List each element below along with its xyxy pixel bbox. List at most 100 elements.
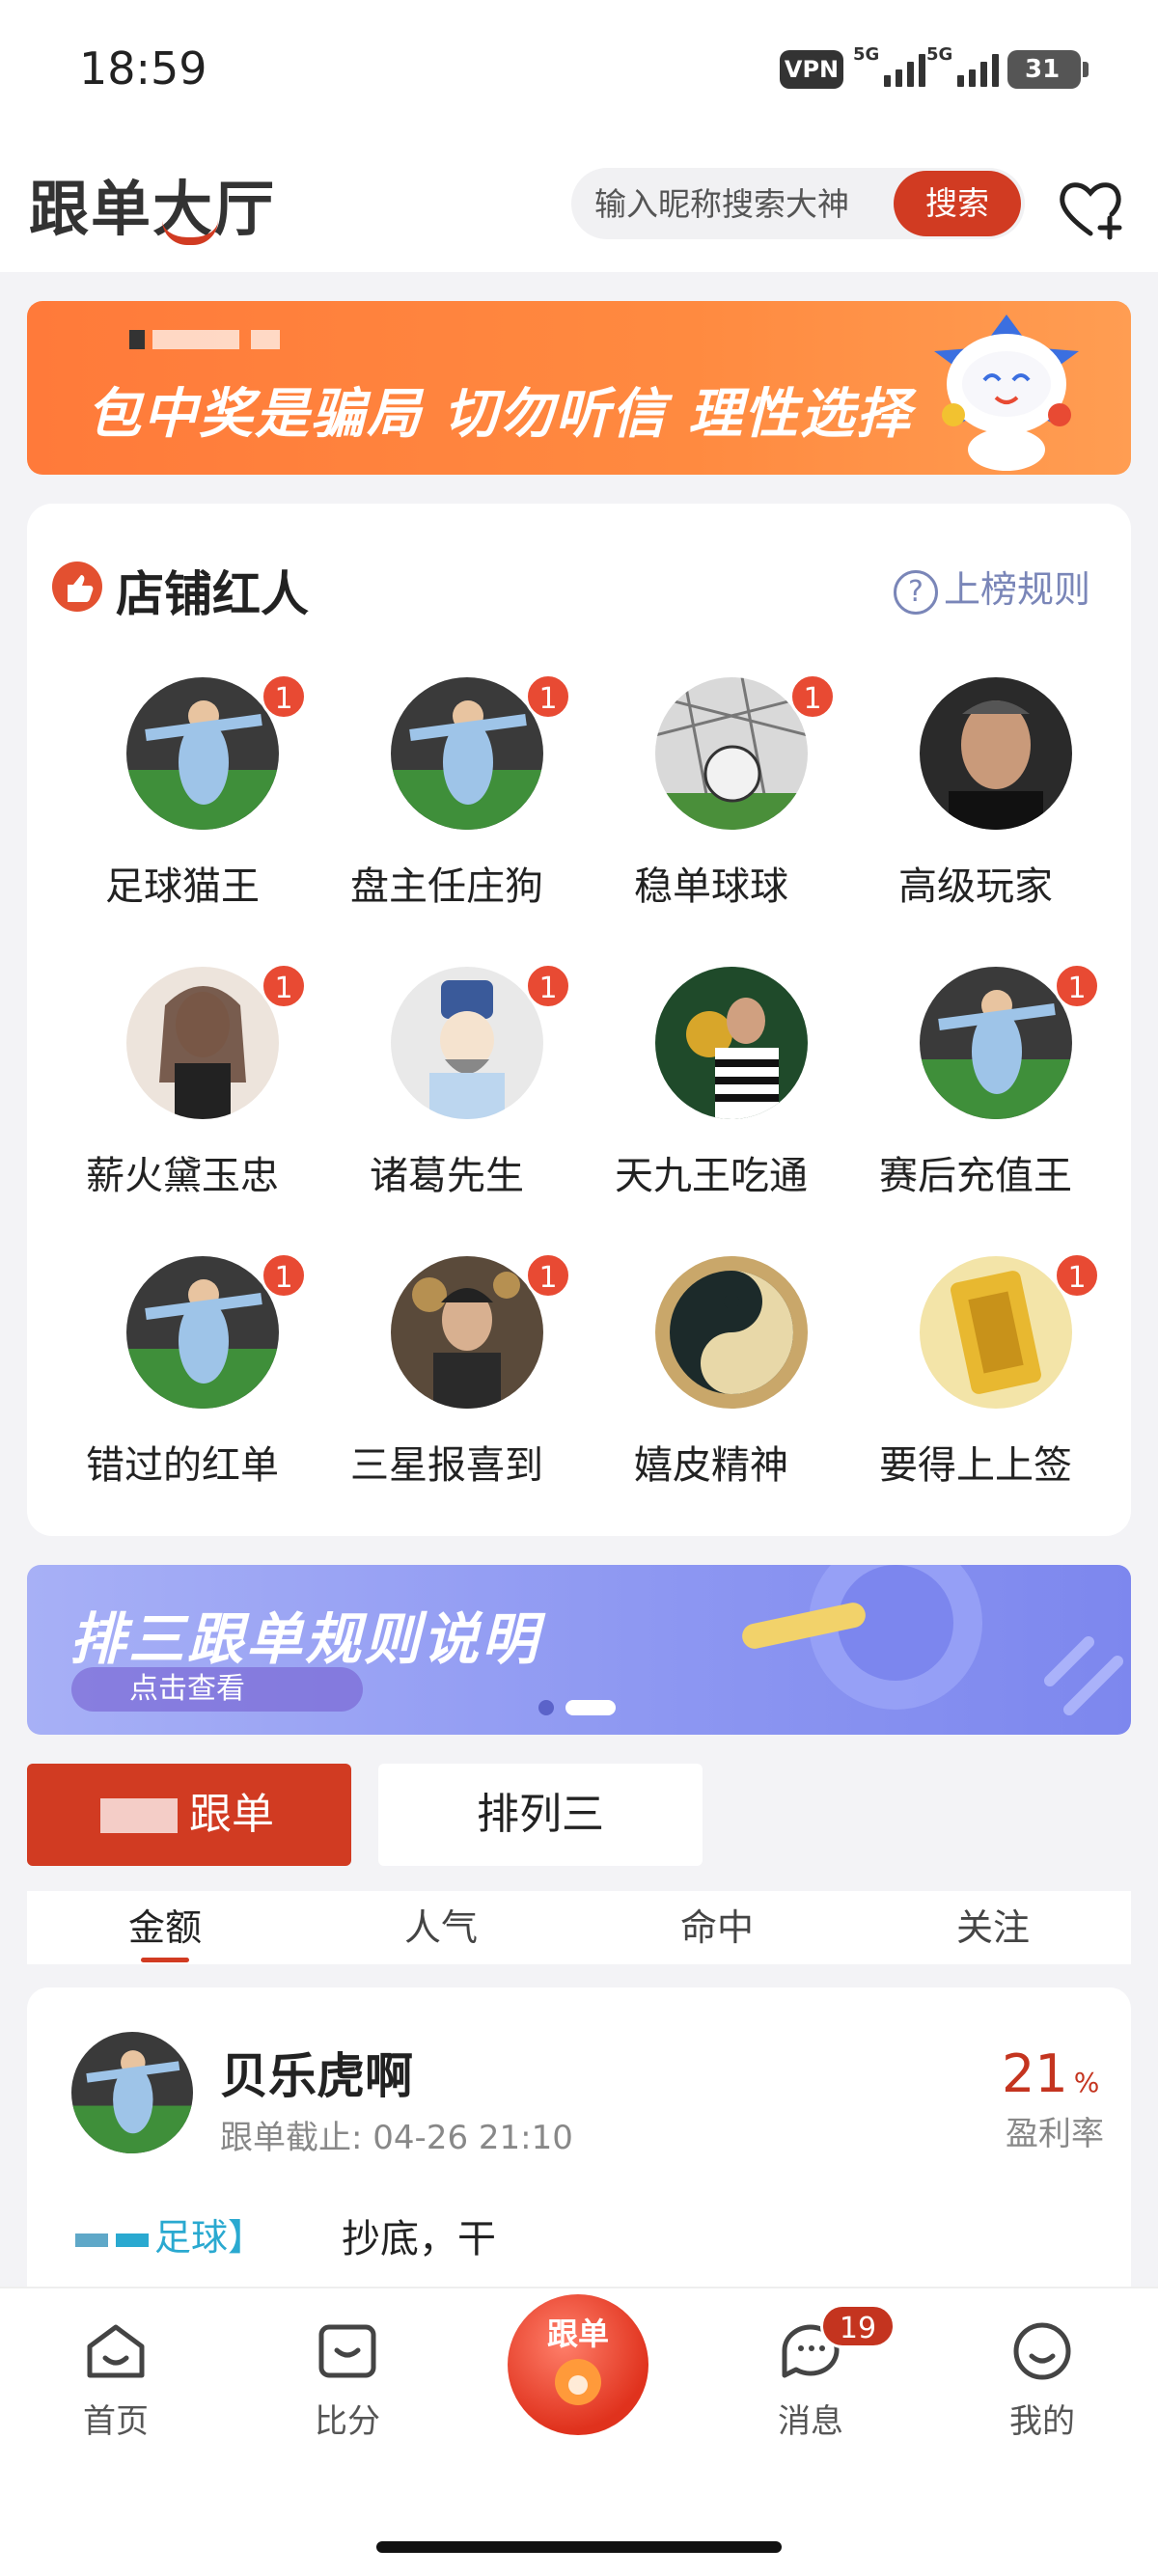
- influencer-item[interactable]: 1 薪火黛玉忠: [50, 963, 315, 1247]
- tab-follow-orders[interactable]: 跟单: [27, 1764, 351, 1866]
- avatar: [655, 967, 808, 1119]
- notification-badge: 1: [261, 1252, 307, 1299]
- page-logo: 跟单大厅: [29, 174, 277, 244]
- sort-tabs: 金额 人气 命中 关注: [27, 1891, 1131, 1964]
- favorite-add-icon[interactable]: [1052, 170, 1129, 247]
- influencer-item[interactable]: 天九王吃通: [579, 967, 843, 1247]
- banner-blurred-text: [95, 326, 307, 353]
- signal-5g-icon: 5G: [926, 44, 1006, 91]
- notification-badge: 1: [261, 963, 307, 1009]
- rules-banner[interactable]: 排三跟单规则说明 点击查看: [27, 1565, 1131, 1735]
- tab-label: 跟单: [189, 1790, 274, 1839]
- thumbs-up-icon: [52, 562, 102, 612]
- nav-messages[interactable]: 19 消息: [733, 2304, 896, 2442]
- mascot-face-icon: [555, 2359, 601, 2405]
- sort-tab-following[interactable]: 关注: [855, 1891, 1131, 1964]
- sort-tab-popularity[interactable]: 人气: [303, 1891, 579, 1964]
- tab-pailie3[interactable]: 排列三: [378, 1764, 703, 1866]
- influencer-item[interactable]: 1 稳单球球: [579, 673, 843, 957]
- nav-follow-orders[interactable]: 跟单: [508, 2294, 648, 2435]
- question-icon: ?: [894, 569, 938, 615]
- view-details-button[interactable]: 点击查看: [71, 1667, 363, 1712]
- avatar: [126, 967, 279, 1119]
- tab-blurred-text: [100, 1798, 178, 1833]
- mascot-icon: [896, 309, 1117, 473]
- influencer-name: 赛后充值王: [879, 1154, 1072, 1198]
- influencer-name: 天九王吃通: [615, 1154, 808, 1198]
- status-bar: 18:59 VPN 5G 5G 31: [0, 0, 1158, 135]
- nav-scores[interactable]: 比分: [270, 2317, 425, 2442]
- battery-icon: 31: [1007, 50, 1089, 89]
- section-title: 店铺红人: [116, 566, 309, 622]
- avatar: [920, 967, 1072, 1119]
- notification-badge: 1: [1054, 963, 1100, 1009]
- search-bar: 搜索: [571, 168, 1025, 239]
- influencer-name: 要得上上签: [879, 1443, 1072, 1488]
- notification-badge: 1: [525, 1252, 571, 1299]
- avatar: [920, 677, 1072, 830]
- influencer-item[interactable]: 1 足球猫王: [50, 673, 315, 957]
- bottom-nav: 首页 比分 跟单 19 消息 我的: [0, 2287, 1158, 2576]
- influencer-name: 错过的红单: [86, 1443, 279, 1488]
- vpn-badge: VPN: [780, 50, 843, 89]
- warning-banner[interactable]: 包中奖是骗局 切勿听信 理性选择: [27, 301, 1131, 475]
- influencer-name: 薪火黛玉忠: [86, 1154, 279, 1198]
- avatar: [655, 677, 808, 830]
- notification-badge: 1: [789, 673, 836, 720]
- scores-icon: [318, 2324, 376, 2378]
- avatar: [655, 1256, 808, 1409]
- avatar: [391, 1256, 543, 1409]
- carousel-dot[interactable]: [538, 1700, 554, 1715]
- notification-badge: 1: [1054, 1252, 1100, 1299]
- influencer-item[interactable]: 1 三星报喜到: [315, 1252, 579, 1536]
- influencer-name: 三星报喜到: [350, 1443, 543, 1488]
- avatar: [391, 967, 543, 1119]
- avatar: [126, 1256, 279, 1409]
- influencer-item[interactable]: 1 要得上上签: [843, 1252, 1108, 1536]
- notification-badge: 1: [261, 673, 307, 720]
- influencer-item[interactable]: 1 诸葛先生: [315, 963, 579, 1247]
- message-count-badge: 19: [820, 2304, 896, 2348]
- post-category-tag: 足球】: [75, 2207, 264, 2261]
- banner-text: 包中奖是骗局 切勿听信 理性选择: [87, 383, 912, 446]
- influencer-item[interactable]: 高级玩家: [843, 677, 1108, 957]
- magnifier-decoration-icon: [742, 1565, 1123, 1715]
- profit-rate-label: 盈利率: [1006, 2115, 1104, 2153]
- avatar: [126, 677, 279, 830]
- home-icon: [87, 2324, 145, 2378]
- post-author-name: 贝乐虎啊: [220, 2048, 413, 2104]
- influencer-name: 稳单球球: [634, 864, 788, 909]
- nav-mine[interactable]: 我的: [965, 2317, 1119, 2442]
- influencer-item[interactable]: 1 错过的红单: [50, 1252, 315, 1536]
- ranking-rules-link[interactable]: ? 上榜规则: [894, 560, 1090, 615]
- rules-banner-title: 排三跟单规则说明: [69, 1606, 541, 1672]
- post-deadline: 跟单截止: 04-26 21:10: [220, 2119, 573, 2157]
- nav-home[interactable]: 首页: [39, 2317, 193, 2442]
- notification-badge: 1: [525, 673, 571, 720]
- influencer-item[interactable]: 1 盘主任庄狗: [315, 673, 579, 957]
- influencer-name: 高级玩家: [898, 864, 1053, 909]
- signal-5g-icon: 5G: [853, 44, 932, 91]
- profile-icon: [1013, 2322, 1071, 2380]
- influencer-item[interactable]: 1 赛后充值王: [843, 963, 1108, 1247]
- profit-rate-value: 21%: [1002, 2043, 1100, 2104]
- avatar: [920, 1256, 1072, 1409]
- home-indicator[interactable]: [376, 2541, 782, 2553]
- post-card[interactable]: 贝乐虎啊 跟单截止: 04-26 21:10 21% 盈利率 足球】 抄底，干: [27, 1987, 1131, 2306]
- status-time: 18:59: [79, 42, 207, 95]
- influencer-name: 足球猫王: [105, 864, 260, 909]
- search-button[interactable]: 搜索: [894, 171, 1021, 236]
- influencers-card: 店铺红人 ? 上榜规则 1 足球猫王 1 盘主任庄狗 1 稳单球球 高级玩家 1…: [27, 504, 1131, 1536]
- notification-badge: 1: [525, 963, 571, 1009]
- influencer-name: 盘主任庄狗: [350, 864, 543, 909]
- avatar[interactable]: [71, 2032, 193, 2153]
- avatar: [391, 677, 543, 830]
- sort-tab-hit-rate[interactable]: 命中: [579, 1891, 855, 1964]
- app-header: 跟单大厅 搜索: [0, 135, 1158, 272]
- influencer-name: 嬉皮精神: [634, 1443, 788, 1488]
- influencer-item[interactable]: 嬉皮精神: [579, 1256, 843, 1536]
- search-input[interactable]: [594, 168, 884, 239]
- influencer-name: 诸葛先生: [370, 1154, 524, 1198]
- carousel-dot-active[interactable]: [565, 1700, 616, 1715]
- sort-tab-amount[interactable]: 金额: [27, 1891, 303, 1964]
